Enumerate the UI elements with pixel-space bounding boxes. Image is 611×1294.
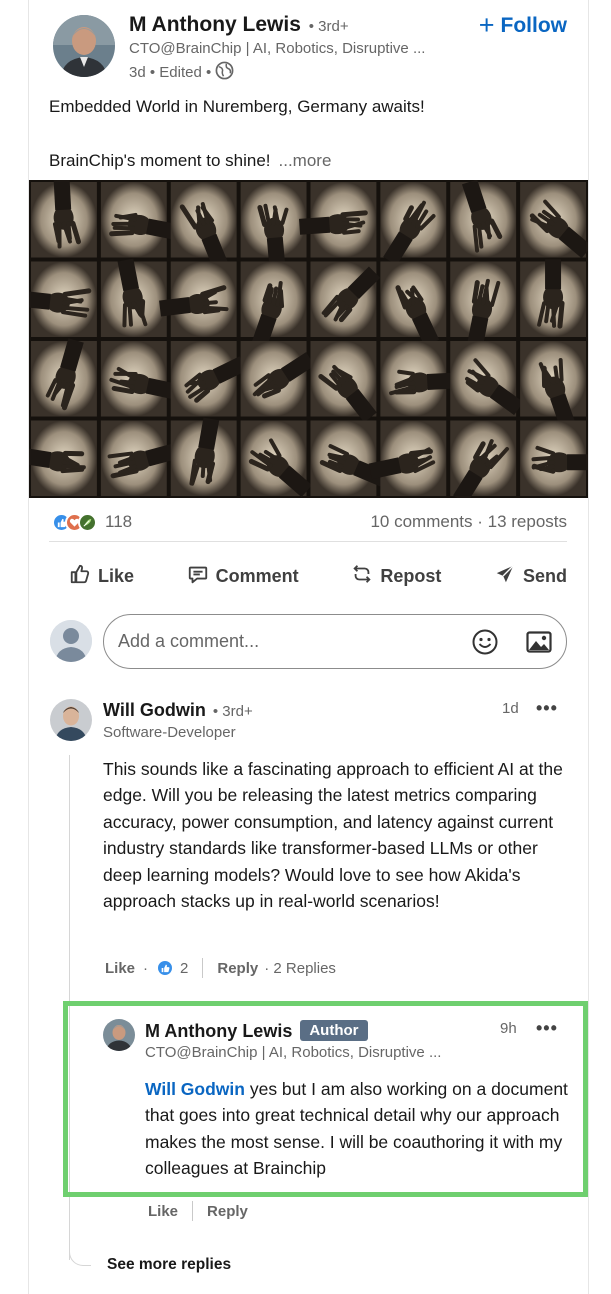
hand-photo-cell (310, 261, 381, 337)
reply-body: Will Godwin yes but I am also working on… (145, 1079, 568, 1179)
send-button[interactable]: Send (474, 563, 567, 590)
plus-icon: + (478, 10, 495, 40)
hand-photo-cell (520, 182, 592, 259)
hand-photo-cell (380, 182, 447, 266)
comment-actions: Like · 2 Reply · 2 Replies (105, 958, 336, 978)
thread-curve (69, 1250, 91, 1266)
hand-photo-cell (240, 182, 307, 269)
comment-like-count[interactable]: 2 (180, 960, 188, 977)
divider (49, 541, 567, 542)
commenter-avatar[interactable] (50, 699, 92, 741)
hand-photo-cell (310, 420, 388, 496)
reply-author-headline: CTO@BrainChip | AI, Robotics, Disruptive… (145, 1044, 442, 1061)
thumbs-up-icon (69, 563, 91, 590)
comment-icon (187, 563, 209, 590)
current-user-avatar (50, 620, 92, 662)
replies-count[interactable]: · 2 Replies (264, 960, 336, 977)
see-more-replies-button[interactable]: See more replies (107, 1256, 231, 1274)
author-headline: CTO@BrainChip | AI, Robotics, Disruptive… (129, 40, 426, 57)
author-name[interactable]: M Anthony Lewis • 3rd+ (129, 13, 349, 37)
see-more-link[interactable]: ...more (279, 151, 332, 170)
hand-photo-cell (520, 420, 598, 496)
hand-photo-cell (240, 261, 307, 348)
repost-button[interactable]: Repost (331, 563, 441, 590)
post-text: Embedded World in Nuremberg, Germany awa… (49, 93, 579, 174)
hand-photo-cell (380, 341, 458, 417)
like-button[interactable]: Like (49, 563, 134, 590)
hand-photo-cell (19, 420, 97, 496)
hand-photo-cell (520, 341, 586, 427)
hand-photo-cell (100, 258, 167, 337)
hand-photo-cell (240, 420, 313, 498)
hand-photo-cell (450, 179, 517, 258)
hand-photo-cell (170, 417, 237, 496)
commenter-name[interactable]: Will Godwin • 3rd+ (103, 700, 253, 721)
comment-like-button[interactable]: Like (105, 960, 135, 977)
reaction-count: 118 (105, 512, 133, 531)
add-comment-box[interactable] (103, 614, 567, 669)
hand-photo-cell (450, 341, 524, 417)
hand-photo-cell (450, 261, 517, 348)
hand-photo-cell (450, 420, 517, 504)
reply-like-button[interactable]: Like (148, 1203, 178, 1220)
post-text-line: Embedded World in Nuremberg, Germany awa… (49, 97, 425, 116)
post-text-line: BrainChip's moment to shine! ...more (49, 151, 332, 170)
reactions-summary[interactable]: 118 (52, 512, 132, 532)
feed-right-border (588, 0, 589, 1294)
like-reaction-icon (156, 959, 175, 977)
post-actions-bar: Like Comment Repost Send (49, 563, 567, 590)
connection-degree: • 3rd+ (212, 703, 253, 720)
hand-photo-cell (31, 338, 97, 417)
reply-actions: Like Reply (148, 1201, 248, 1221)
commenter-headline: Software-Developer (103, 724, 236, 741)
hand-photo-cell (520, 259, 586, 337)
divider (192, 1201, 194, 1221)
support-reaction-icon (78, 512, 97, 532)
connection-degree: • 3rd+ (308, 18, 349, 35)
repost-icon (351, 563, 373, 590)
more-options-icon[interactable]: ••• (536, 698, 558, 719)
hand-photo-cell (170, 182, 237, 268)
separator: · (143, 959, 149, 977)
comments-reposts-count[interactable]: 10 comments · 13 reposts (370, 512, 567, 532)
send-icon (494, 563, 516, 590)
reply-reply-button[interactable]: Reply (207, 1203, 248, 1220)
comment-body: This sounds like a fascinating approach … (103, 759, 563, 912)
hand-photo-cell (380, 261, 447, 347)
hand-photo-cell (240, 341, 315, 417)
divider (202, 958, 204, 978)
comment-reply-button[interactable]: Reply (217, 960, 258, 977)
reply-author-name[interactable]: M Anthony Lewis Author (145, 1020, 368, 1042)
emoji-icon[interactable] (471, 628, 499, 656)
hand-photo-cell (310, 341, 377, 423)
author-avatar[interactable] (53, 15, 115, 77)
follow-button[interactable]: + Follow (479, 12, 567, 39)
hand-photo-cell (19, 261, 97, 337)
comment-input[interactable] (118, 631, 448, 652)
image-icon[interactable] (525, 628, 553, 656)
author-badge: Author (300, 1020, 368, 1041)
post-meta: 3d • Edited • (129, 61, 234, 84)
globe-icon (215, 61, 234, 84)
mention-link[interactable]: Will Godwin (145, 1079, 245, 1099)
hand-photo-cell (31, 179, 97, 258)
comment-button[interactable]: Comment (167, 563, 299, 590)
reply-time: 9h (500, 1020, 517, 1037)
post-image[interactable] (19, 179, 598, 504)
more-options-icon[interactable]: ••• (536, 1018, 558, 1039)
post-time: 3d • Edited • (129, 64, 212, 81)
comment-time: 1d (502, 700, 519, 717)
reply-author-avatar[interactable] (103, 1019, 135, 1051)
